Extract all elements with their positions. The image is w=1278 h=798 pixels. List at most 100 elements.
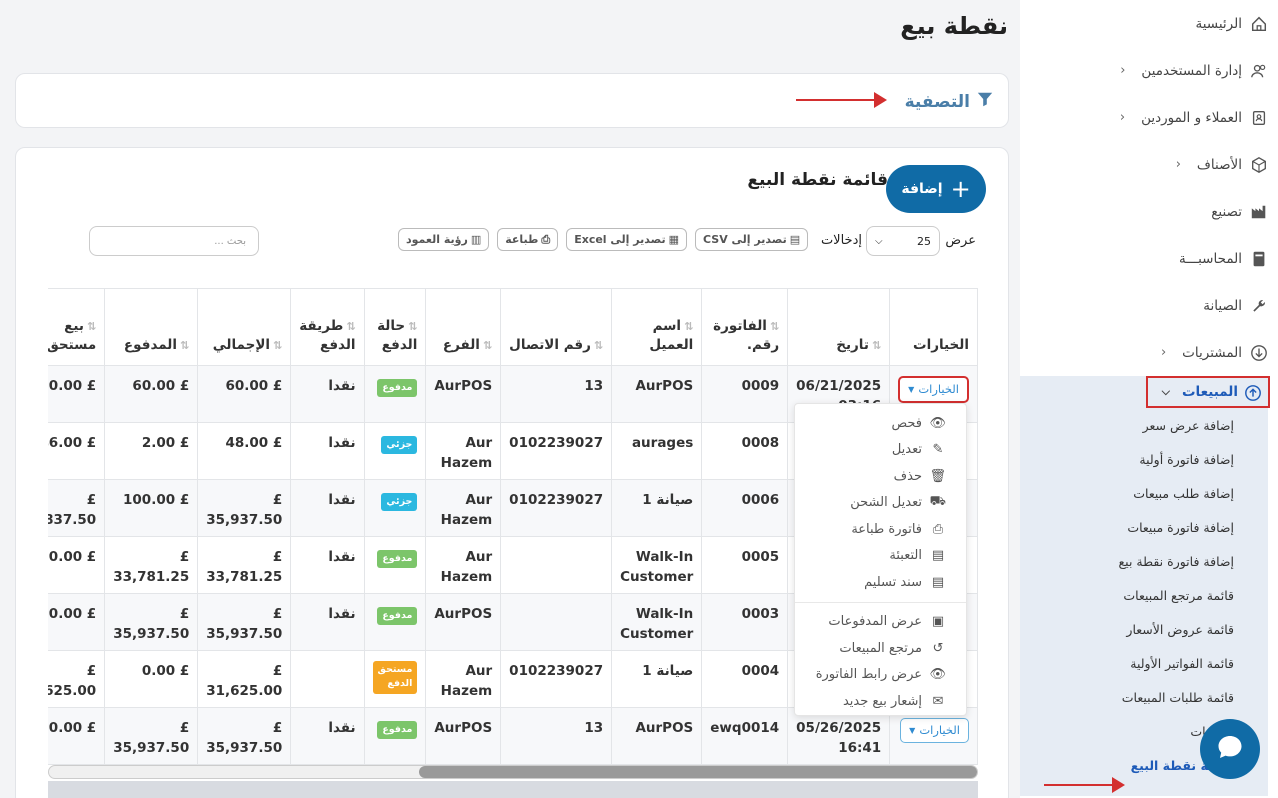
sidebar-item-3[interactable]: الأصناف ‹ (1020, 141, 1278, 188)
paid-cell: £ 60.00 (104, 365, 199, 423)
page-size-value: 25 (917, 234, 931, 248)
export-csv-button[interactable]: ▤ تصدير إلى CSV (695, 228, 809, 251)
method-cell: نقدا (290, 707, 365, 765)
sidebar-item-sales[interactable]: المبيعات ⌵ (1146, 376, 1270, 408)
submenu-item-3[interactable]: إضافة فاتورة مبيعات (1020, 510, 1268, 544)
annotation-arrowhead-filter (874, 92, 887, 108)
scrollbar-thumb[interactable] (419, 766, 977, 778)
column-header-1[interactable]: ⇅تاريخ (787, 288, 891, 366)
dropdown-item-dd1-1[interactable]: ✎ تعديل (795, 437, 966, 464)
submenu-item-5[interactable]: قائمة مرتجع المبيعات (1020, 578, 1268, 612)
dropdown-item-dd1-6[interactable]: ▤ سند تسليم (795, 569, 966, 596)
status-cell: مدفوع (363, 365, 427, 423)
dropdown-item-dd1-0[interactable]: 👁 فحص (795, 410, 966, 437)
sidebar-item-0[interactable]: الرئيسية (1020, 0, 1278, 47)
due-cell: £ 31,625.00 (48, 650, 106, 708)
cube-icon (1250, 156, 1268, 174)
money-icon: ▣ (931, 614, 945, 630)
phone-cell: 13 (500, 707, 613, 765)
page-size-select[interactable]: 25 ⌵ (866, 226, 940, 256)
sidebar-item-6[interactable]: الصيانة (1020, 282, 1278, 329)
chevron-down-icon: ⌵ (1161, 385, 1170, 398)
column-header-5[interactable]: ⇅الفرع (425, 288, 502, 366)
sidebar-item-7[interactable]: المشتريات ‹ (1020, 329, 1278, 376)
customer-cell: صيانة 1 (611, 479, 703, 537)
due-cell: £ 0.00 (48, 707, 106, 765)
total-cell: £ 48.00 (197, 422, 292, 480)
filter-toggle[interactable]: التصفية (905, 90, 994, 113)
chat-button[interactable] (1200, 719, 1260, 779)
dropdown-group-more: ▣ عرض المدفوعات ↺ مرتجع المبيعات 👁 عرض رابط ا… (795, 609, 966, 715)
column-header-4[interactable]: ⇅رقم الاتصال (500, 288, 613, 366)
column-header-2[interactable]: ⇅الفاتورة رقم. (701, 288, 789, 366)
truck-icon: ⛟ (929, 494, 946, 510)
submenu-item-6[interactable]: قائمة عروض الأسعار (1020, 612, 1268, 646)
phone-cell: 0102239027 (500, 650, 613, 708)
status-cell: جزئي (363, 422, 427, 480)
page-title: نقطة بيع (900, 12, 1008, 40)
submenu-item-8[interactable]: قائمة طلبات المبيعات (1020, 680, 1268, 714)
customer-cell: aurages (611, 422, 703, 480)
submenu-item-4[interactable]: إضافة فاتورة نقطة بيع (1020, 544, 1268, 578)
status-badge: جزئي (381, 493, 418, 512)
sidebar-item-2[interactable]: العملاء و الموردين ‹ (1020, 94, 1278, 141)
submenu-item-7[interactable]: قائمة الفواتير الأولية (1020, 646, 1268, 680)
dropdown-item-dd2-2[interactable]: 👁 عرض رابط الفاتورة (795, 662, 966, 689)
list-title: قائمة نقطة البيع (747, 170, 888, 190)
phone-cell: 0102239027 (500, 479, 613, 537)
phone-cell: 13 (500, 365, 613, 423)
trash-icon: 🗑 (929, 468, 946, 484)
submenu-item-2[interactable]: إضافة طلب مبيعات (1020, 476, 1268, 510)
sidebar-item-label: العملاء و الموردين (1141, 109, 1242, 126)
print-button[interactable]: ⎙ طباعة (497, 228, 559, 251)
column-header-10[interactable]: ⇅بيع مستحق (48, 288, 106, 366)
due-cell: £ 0.00 (48, 536, 106, 594)
columns-icon: ▥ (470, 233, 482, 246)
column-header-6[interactable]: ⇅حالة الدفع (363, 288, 427, 366)
sidebar-item-1[interactable]: إدارة المستخدمين ‹ (1020, 47, 1278, 94)
horizontal-scrollbar[interactable] (48, 765, 978, 779)
sidebar-item-5[interactable]: المحاسبـــة (1020, 235, 1278, 282)
dropdown-item-dd2-1[interactable]: ↺ مرتجع المبيعات (795, 635, 966, 662)
branch-cell: AurPOS (425, 707, 502, 765)
phone-cell (500, 536, 613, 594)
search-input[interactable]: بحث ... (89, 226, 259, 256)
add-button[interactable]: + إضافة (886, 165, 986, 213)
paid-cell: £ 35,937.50 (104, 593, 199, 651)
dropdown-item-dd1-5[interactable]: ▤ التعبئة (795, 543, 966, 570)
sort-icon: ⇅ (769, 320, 780, 334)
eye-icon: 👁 (929, 667, 946, 683)
sidebar: الرئيسية إدارة المستخدمين ‹ العملاء و المور… (1020, 0, 1278, 798)
submenu-item-0[interactable]: إضافة عرض سعر (1020, 408, 1268, 442)
column-header-3[interactable]: ⇅اسم العميل (611, 288, 703, 366)
dropdown-item-dd1-4[interactable]: ⎙ فاتورة طباعة (795, 516, 966, 543)
edit-icon: ✎ (932, 442, 944, 458)
method-cell: نقدا (290, 536, 365, 594)
dropdown-item-dd2-3[interactable]: ✉ إشعار بيع جديد (795, 688, 966, 715)
dropdown-item-dd1-3[interactable]: ⛟ تعديل الشحن (795, 490, 966, 517)
submenu-item-1[interactable]: إضافة فاتورة أولية (1020, 442, 1268, 476)
invoice-cell: 0005 (701, 536, 789, 594)
options-button[interactable]: الخيارات ▼ (900, 718, 969, 744)
export-excel-button[interactable]: ▦ تصدير إلى Excel (566, 228, 687, 251)
export-toolbar: ▤ تصدير إلى CSV ▦ تصدير إلى Excel ⎙ طباعة ▥… (398, 228, 809, 251)
dropdown-item-dd2-0[interactable]: ▣ عرض المدفوعات (795, 609, 966, 636)
sidebar-nav: الرئيسية إدارة المستخدمين ‹ العملاء و المور… (1020, 0, 1278, 376)
paid-cell: £ 2.00 (104, 422, 199, 480)
annotation-arrowhead-pos-list (1112, 777, 1125, 793)
column-header-8[interactable]: ⇅الإجمالي (197, 288, 292, 366)
print-icon: ⎙ (541, 232, 551, 246)
column-visibility-button[interactable]: ▥ رؤية العمود (398, 228, 490, 251)
contacts-icon (1250, 109, 1268, 127)
sidebar-item-label: تصنيع (1211, 203, 1242, 220)
eye-icon: 👁 (929, 415, 946, 431)
customer-cell: AurPOS (611, 707, 703, 765)
column-header-9[interactable]: ⇅المدفوع (104, 288, 199, 366)
sidebar-item-4[interactable]: تصنيع (1020, 188, 1278, 235)
dropdown-item-dd1-2[interactable]: 🗑 حذف (795, 463, 966, 490)
options-button[interactable]: الخيارات ▼ (898, 376, 969, 404)
file-icon: ▤ (931, 574, 945, 590)
envelope-icon: ✉ (932, 693, 944, 709)
branch-cell: Aur Hazem (425, 536, 502, 594)
column-header-7[interactable]: ⇅طريقة الدفع (290, 288, 365, 366)
